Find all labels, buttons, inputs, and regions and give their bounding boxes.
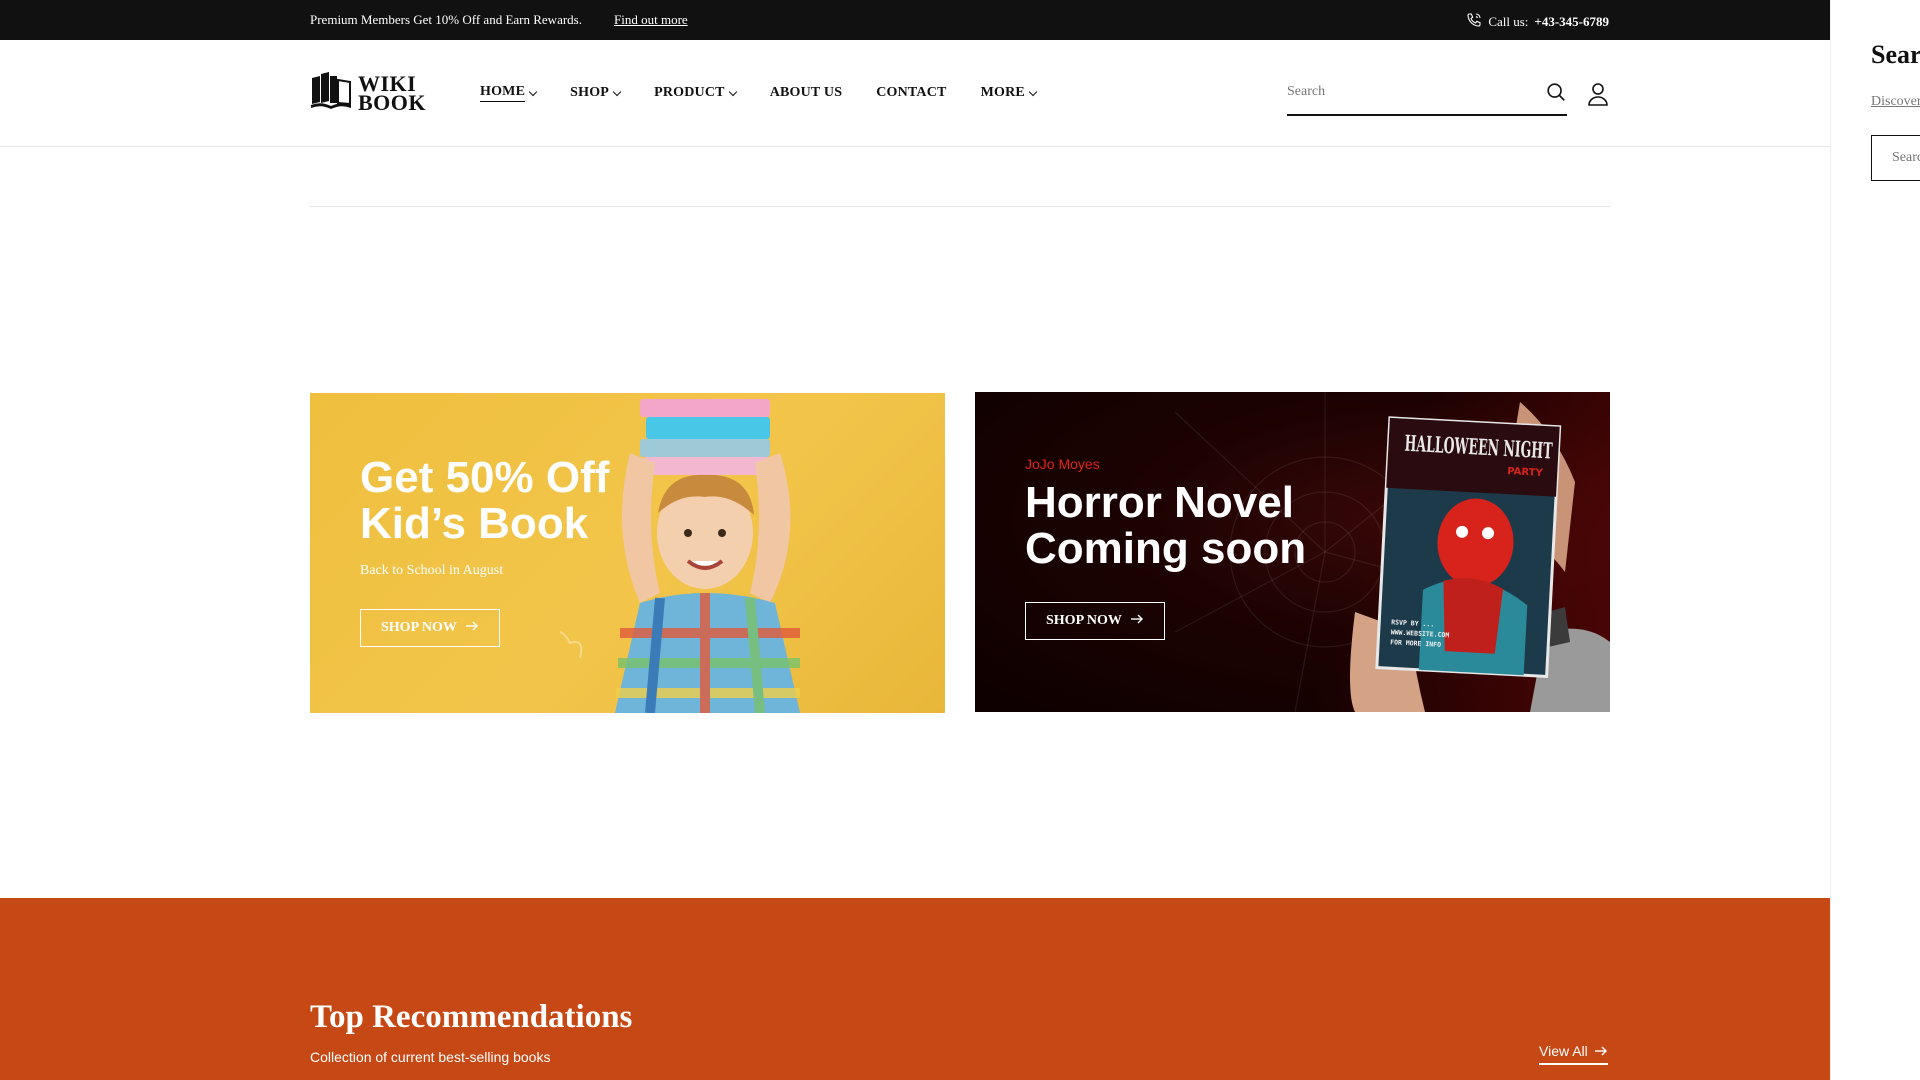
search-drawer: Search Discover bbox=[1830, 0, 1920, 1080]
book-logo-icon bbox=[310, 70, 352, 115]
horror-shop-now-label: SHOP NOW bbox=[1046, 613, 1122, 628]
nav-shop-label: SHOP bbox=[570, 85, 610, 100]
kids-banner-title-line-1: Get 50% Off bbox=[360, 453, 610, 502]
main-nav: HOME SHOP PRODUCT ABOUT US CONTACT MORE bbox=[480, 84, 1070, 102]
nav-contact-label: CONTACT bbox=[876, 85, 947, 100]
search-icon[interactable] bbox=[1545, 81, 1567, 108]
announcement-bar: Premium Members Get 10% Off and Earn Rew… bbox=[0, 0, 1830, 40]
nav-more[interactable]: MORE bbox=[980, 84, 1038, 102]
kids-book-banner[interactable]: Get 50% Off Kid’s Book Back to School in… bbox=[310, 393, 945, 713]
arrow-right-icon bbox=[465, 620, 479, 636]
phone-icon bbox=[1466, 12, 1482, 32]
section-subtitle: Collection of current best-selling books bbox=[310, 1049, 551, 1065]
call-label: Call us: bbox=[1488, 14, 1529, 29]
kids-banner-subtitle: Back to School in August bbox=[360, 563, 504, 578]
kids-shop-now-button[interactable]: SHOP NOW bbox=[360, 609, 500, 647]
nav-product[interactable]: PRODUCT bbox=[654, 84, 737, 102]
site-header: WIKI BOOK HOME SHOP PRODUCT ABOUT US CON… bbox=[0, 40, 1830, 147]
horror-banner-title-line-2: Coming soon bbox=[1025, 524, 1307, 573]
view-all-label: View All bbox=[1539, 1043, 1588, 1059]
nav-more-label: MORE bbox=[980, 85, 1025, 100]
drawer-search-input[interactable] bbox=[1871, 135, 1920, 181]
chevron-down-icon bbox=[728, 87, 737, 96]
nav-home[interactable]: HOME bbox=[480, 84, 538, 102]
logo-text: WIKI BOOK bbox=[358, 72, 427, 115]
nav-home-label: HOME bbox=[480, 84, 526, 102]
call-us: Call us: +43-345-6789 bbox=[1466, 12, 1609, 32]
author-name: JoJo Moyes bbox=[1025, 456, 1100, 472]
nav-about-us[interactable]: ABOUT US bbox=[770, 84, 843, 102]
book-cover-subtitle: PARTY bbox=[1507, 466, 1544, 479]
section-divider bbox=[310, 206, 1610, 207]
chevron-down-icon bbox=[612, 87, 622, 96]
chevron-down-icon bbox=[528, 87, 538, 96]
logo-line-2: BOOK bbox=[358, 89, 427, 115]
search-input[interactable] bbox=[1287, 80, 1527, 104]
kid-with-books-illustration bbox=[560, 399, 800, 713]
logo[interactable]: WIKI BOOK bbox=[310, 70, 426, 115]
promo-text: Premium Members Get 10% Off and Earn Rew… bbox=[310, 12, 582, 27]
view-all-link[interactable]: View All bbox=[1539, 1043, 1608, 1065]
horror-banner-title-line-1: Horror Novel bbox=[1025, 478, 1294, 527]
chevron-down-icon bbox=[1028, 87, 1038, 96]
drawer-discover-link[interactable]: Discover bbox=[1871, 94, 1920, 110]
arrow-right-icon bbox=[1594, 1043, 1608, 1059]
find-out-more-link[interactable]: Find out more bbox=[614, 12, 688, 28]
kids-banner-content: Get 50% Off Kid’s Book Back to School in… bbox=[360, 455, 609, 647]
nav-shop[interactable]: SHOP bbox=[570, 84, 622, 102]
header-search bbox=[1287, 70, 1567, 116]
drawer-title: Search bbox=[1871, 40, 1920, 69]
horror-shop-now-button[interactable]: SHOP NOW bbox=[1025, 602, 1165, 640]
nav-contact[interactable]: CONTACT bbox=[876, 84, 946, 102]
user-icon[interactable] bbox=[1587, 82, 1609, 111]
kids-banner-title: Get 50% Off Kid’s Book bbox=[360, 455, 609, 547]
phone-number[interactable]: +43-345-6789 bbox=[1534, 14, 1609, 30]
nav-about-us-label: ABOUT US bbox=[769, 85, 843, 100]
kids-banner-title-line-2: Kid’s Book bbox=[360, 499, 589, 548]
kids-shop-now-label: SHOP NOW bbox=[381, 620, 457, 635]
main-page: Premium Members Get 10% Off and Earn Rew… bbox=[0, 0, 1830, 1080]
halloween-book-illustration: RSVP BY ... WWW.WEBSITE.COM FOR MORE INF… bbox=[1350, 402, 1610, 712]
horror-banner-content: JoJo Moyes Horror Novel Coming soon SHOP… bbox=[1025, 456, 1306, 640]
top-recommendations-section: Top Recommendations Collection of curren… bbox=[0, 898, 1830, 1080]
horror-novel-banner[interactable]: RSVP BY ... WWW.WEBSITE.COM FOR MORE INF… bbox=[975, 392, 1610, 712]
nav-product-label: PRODUCT bbox=[654, 85, 725, 100]
section-title: Top Recommendations bbox=[310, 999, 633, 1035]
horror-banner-title: Horror Novel Coming soon bbox=[1025, 480, 1306, 572]
arrow-right-icon bbox=[1130, 613, 1144, 629]
